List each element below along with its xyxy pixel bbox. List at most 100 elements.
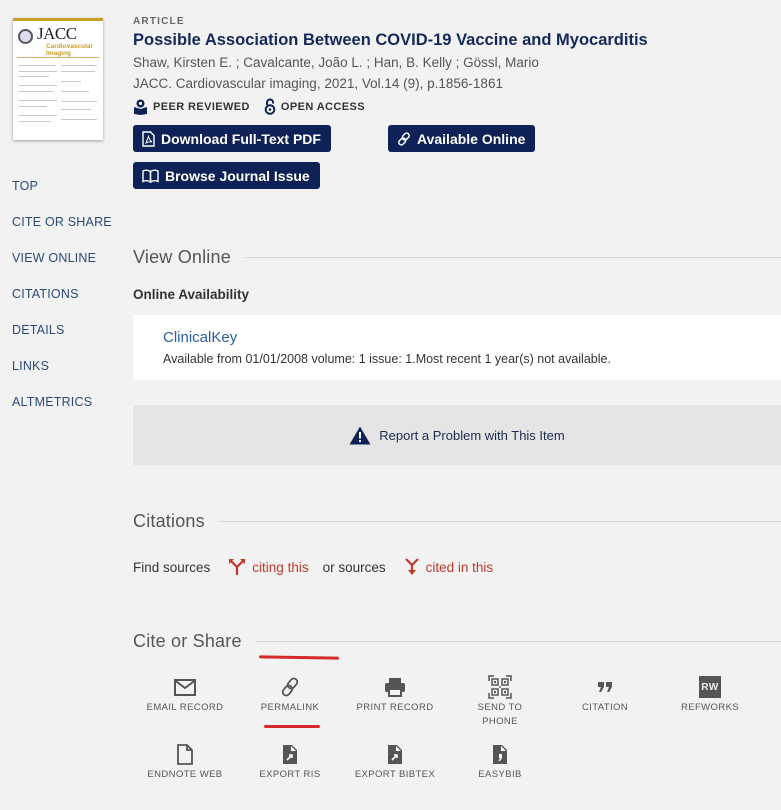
peer-reviewed-icon: [134, 99, 147, 115]
cover-text-line: [19, 115, 57, 116]
find-sources-text: Find sources: [133, 559, 211, 575]
cover-text-line: [61, 81, 81, 82]
cite-or-share-section-header: Cite or Share: [133, 631, 781, 652]
cover-text-line: [61, 109, 91, 110]
warning-icon: [349, 426, 371, 444]
cover-text-line: [19, 100, 57, 101]
cited-arrow-icon: [404, 558, 419, 575]
cited-in-this-label: cited in this: [425, 559, 494, 575]
cite-or-share-heading: Cite or Share: [133, 631, 242, 651]
easybib-label: EASYBIB: [478, 769, 522, 780]
record-authors: Shaw, Kirsten E. ; Cavalcante, João L. ;…: [133, 55, 539, 70]
easybib-icon: [493, 744, 507, 764]
report-problem-label: Report a Problem with This Item: [379, 427, 565, 443]
section-divider: [244, 257, 781, 258]
send-to-phone-action[interactable]: SEND TO PHONE: [448, 675, 552, 729]
citing-this-link[interactable]: citing this: [228, 558, 309, 576]
refworks-label: REFWORKS: [680, 702, 740, 713]
qr-code-icon: [488, 675, 512, 699]
view-online-heading: View Online: [133, 247, 231, 267]
cover-text-line: [61, 65, 97, 66]
report-problem-button[interactable]: Report a Problem with This Item: [133, 405, 781, 465]
document-icon: [177, 743, 193, 765]
export-ris-action[interactable]: EXPORT RIS: [238, 742, 342, 782]
permalink-action[interactable]: PERMALINK: [238, 675, 342, 715]
email-record-action[interactable]: EMAIL RECORD: [133, 675, 237, 715]
citations-section-header: Citations: [133, 511, 781, 532]
link-icon: [281, 677, 299, 697]
send-to-phone-label: SEND TO PHONE: [477, 702, 523, 727]
download-pdf-label: Download Full-Text PDF: [161, 130, 321, 147]
annotation-underline-heading: [258, 655, 340, 660]
cited-in-this-link[interactable]: cited in this: [404, 558, 494, 576]
email-record-label: EMAIL RECORD: [146, 702, 224, 713]
easybib-action[interactable]: EASYBIB: [448, 742, 552, 782]
cover-text-line: [19, 71, 57, 72]
cover-text-line: [61, 101, 97, 102]
citing-this-label: citing this: [252, 559, 309, 575]
export-bibtex-action[interactable]: EXPORT BIBTEX: [343, 742, 447, 782]
record-page: JACC Cardiovascular Imaging TOP CITE OR …: [0, 0, 781, 810]
nav-top[interactable]: TOP: [12, 178, 112, 214]
export-file-icon: [388, 744, 402, 764]
annotation-underline-permalink: [264, 725, 320, 728]
cover-text-line: [19, 106, 47, 107]
browse-journal-issue-button[interactable]: Browse Journal Issue: [133, 162, 320, 189]
cover-subtitle-line2: Imaging: [46, 50, 71, 57]
cover-text-line: [19, 65, 55, 66]
coverage-description: Available from 01/01/2008 volume: 1 issu…: [163, 352, 611, 366]
available-online-label: Available Online: [417, 130, 526, 147]
nav-details[interactable]: DETAILS: [12, 322, 112, 358]
nav-links[interactable]: LINKS: [12, 358, 112, 394]
endnote-web-label: ENDNOTE WEB: [147, 769, 223, 780]
record-source: JACC. Cardiovascular imaging, 2021, Vol.…: [133, 76, 503, 91]
printer-icon: [385, 678, 405, 697]
cover-text-line: [19, 85, 57, 86]
cover-text-line: [61, 91, 89, 92]
export-file-icon: [283, 744, 297, 764]
email-icon: [174, 678, 196, 696]
online-availability-heading: Online Availability: [133, 287, 250, 302]
endnote-web-action[interactable]: ENDNOTE WEB: [133, 742, 237, 782]
nav-citations[interactable]: CITATIONS: [12, 286, 112, 322]
print-record-action[interactable]: PRINT RECORD: [343, 675, 447, 715]
citing-arrow-icon: [229, 559, 246, 575]
open-book-icon: [142, 169, 159, 183]
cover-divider: [17, 57, 99, 58]
citation-label: CITATION: [581, 702, 629, 713]
nav-view-online[interactable]: VIEW ONLINE: [12, 250, 112, 286]
available-online-button[interactable]: Available Online: [388, 125, 536, 152]
cover-text-line: [61, 71, 95, 72]
section-divider: [218, 521, 781, 522]
nav-cite-or-share[interactable]: CITE OR SHARE: [12, 214, 112, 250]
refworks-action[interactable]: RW REFWORKS: [658, 675, 762, 715]
section-divider: [255, 641, 781, 642]
refworks-icon: RW: [699, 676, 721, 698]
record-type: ARTICLE: [133, 16, 185, 27]
permalink-label: PERMALINK: [260, 702, 320, 713]
section-nav: TOP CITE OR SHARE VIEW ONLINE CITATIONS …: [12, 178, 112, 430]
journal-seal-icon: [18, 29, 33, 44]
peer-reviewed-label: PEER REVIEWED: [153, 100, 250, 113]
clinicalkey-link[interactable]: ClinicalKey: [163, 329, 237, 346]
cover-text-line: [19, 76, 49, 77]
cover-text-line: [19, 91, 53, 92]
citation-links-row: Find sources citing this or sources cite…: [133, 558, 493, 576]
journal-cover-thumbnail[interactable]: JACC Cardiovascular Imaging: [13, 18, 103, 140]
or-sources-text: or sources: [322, 559, 386, 575]
nav-altmetrics[interactable]: ALTMETRICS: [12, 394, 112, 430]
open-access-label: OPEN ACCESS: [280, 100, 365, 113]
cover-subtitle: Cardiovascular Imaging: [46, 43, 93, 57]
open-access-icon: [264, 98, 276, 115]
quote-icon: [598, 682, 612, 692]
cover-text-line: [19, 121, 51, 122]
peer-reviewed-badge: PEER REVIEWED: [133, 99, 250, 115]
export-ris-label: EXPORT RIS: [259, 769, 321, 780]
view-online-section-header: View Online: [133, 247, 781, 268]
citation-action[interactable]: CITATION: [553, 675, 657, 715]
record-title[interactable]: Possible Association Between COVID-19 Va…: [133, 31, 648, 50]
open-access-badge: OPEN ACCESS: [264, 98, 365, 115]
print-record-label: PRINT RECORD: [356, 702, 434, 713]
availability-card: ClinicalKey Available from 01/01/2008 vo…: [133, 315, 781, 380]
download-pdf-button[interactable]: Download Full-Text PDF: [133, 125, 331, 152]
